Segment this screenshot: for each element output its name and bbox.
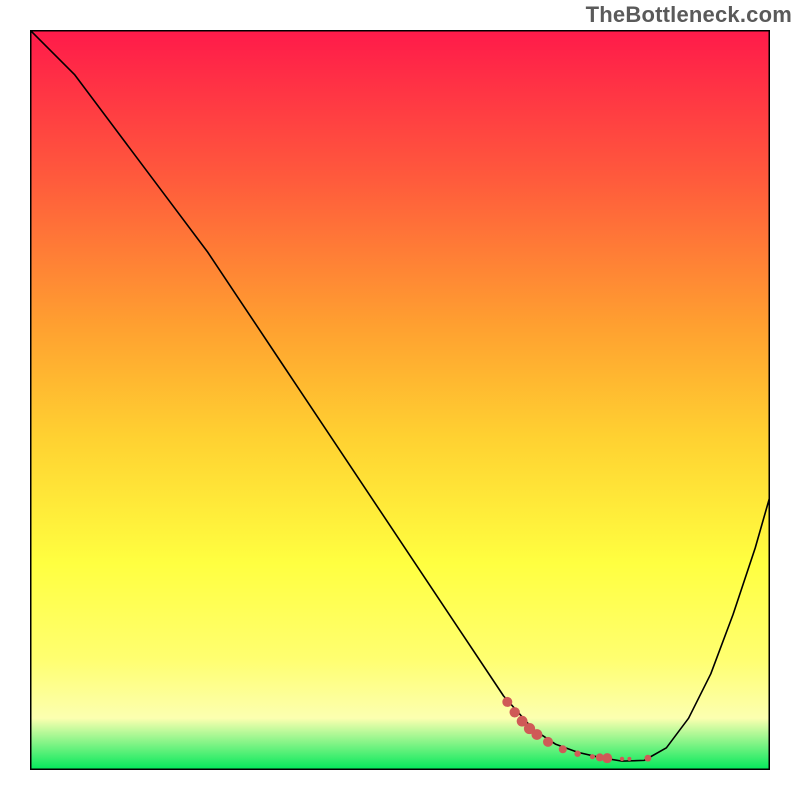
highlight-dot [590, 754, 595, 759]
highlight-dot [620, 757, 624, 761]
highlight-dot [532, 729, 543, 740]
highlight-dot [645, 755, 652, 762]
highlight-dot [602, 753, 612, 763]
highlight-dot [543, 737, 553, 747]
highlight-dot [574, 751, 580, 757]
highlight-dot [510, 707, 520, 717]
highlight-dot [502, 697, 512, 707]
watermark-text: TheBottleneck.com [586, 2, 792, 28]
gradient-background [30, 30, 770, 770]
highlight-dot [627, 757, 631, 761]
bottleneck-chart [30, 30, 770, 770]
chart-container: TheBottleneck.com [0, 0, 800, 800]
highlight-dot [559, 745, 567, 753]
